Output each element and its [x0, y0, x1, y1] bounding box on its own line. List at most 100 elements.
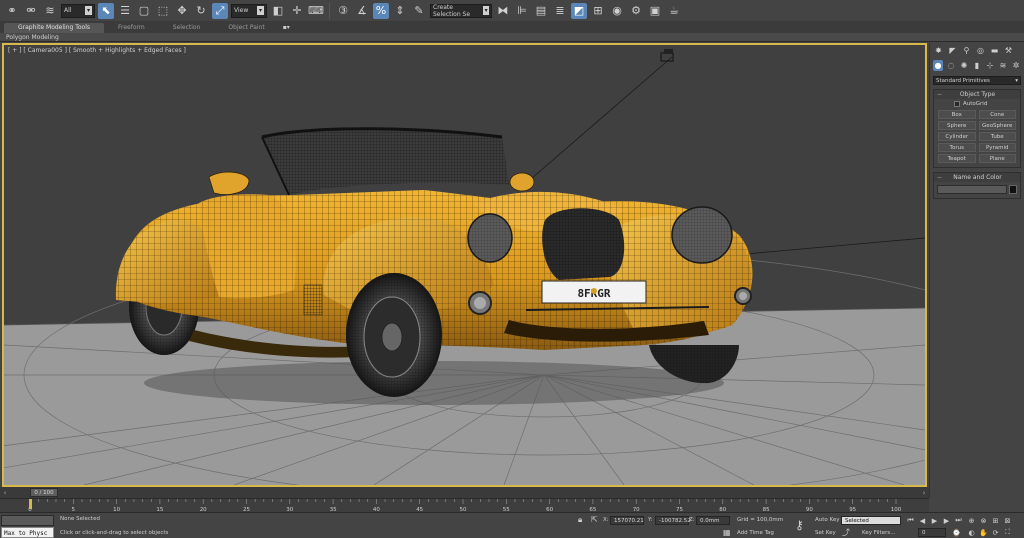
tab-graphite-modeling-tools[interactable]: Graphite Modeling Tools: [4, 22, 105, 33]
ribbon-options-icon[interactable]: ▪▾: [279, 23, 294, 33]
edit-named-selection-icon[interactable]: ✎: [411, 3, 427, 19]
go-to-end-icon[interactable]: ⏭: [954, 516, 963, 525]
key-filters-button[interactable]: Key Filters...: [862, 530, 895, 536]
utilities-tab-icon[interactable]: ⚒: [1003, 45, 1014, 56]
align-icon[interactable]: ⊫: [514, 3, 530, 19]
select-object-icon[interactable]: ⬉: [98, 2, 114, 19]
plane-button[interactable]: Plane: [978, 154, 1016, 163]
next-frame-icon[interactable]: ▶: [942, 516, 951, 525]
select-manipulate-icon[interactable]: ✛: [289, 3, 305, 19]
go-to-start-icon[interactable]: ⏮: [906, 516, 915, 525]
space-warps-icon[interactable]: ≋: [998, 60, 1008, 71]
absolute-mode-icon[interactable]: ⇱: [591, 515, 598, 524]
maxscript-mini-listener-output[interactable]: [1, 515, 54, 526]
play-icon[interactable]: ▶: [930, 516, 939, 525]
zoom-extents-all-icon[interactable]: ⊠: [1003, 516, 1012, 525]
maximize-viewport-icon[interactable]: ⛶: [1003, 528, 1012, 537]
zoom-extents-icon[interactable]: ⊞: [991, 516, 1000, 525]
set-key-icon[interactable]: ⚷: [795, 518, 804, 532]
hierarchy-tab-icon[interactable]: ⚲: [961, 45, 972, 56]
helpers-icon[interactable]: ⊹: [985, 60, 995, 71]
named-selection-sets-dropdown[interactable]: Create Selection Se ▾: [430, 3, 492, 18]
mirror-icon[interactable]: ⧓: [495, 3, 511, 19]
select-by-name-icon[interactable]: ☰: [117, 3, 133, 19]
name-and-color-header[interactable]: − Name and Color: [934, 173, 1020, 182]
curve-editor-icon[interactable]: ◩: [571, 2, 587, 19]
render-production-icon[interactable]: ☕: [666, 3, 682, 19]
create-tab-icon[interactable]: ✸: [933, 45, 944, 56]
selection-lock-icon[interactable]: 🔒︎: [578, 515, 582, 525]
select-rotate-icon[interactable]: ↻: [193, 3, 209, 19]
current-frame-field[interactable]: 0: [918, 528, 946, 537]
track-bar[interactable]: 0 5 10 15 20 25 30 35 40 45 50 55 60 65 70 75 80 85 90 95 10…: [0, 498, 929, 513]
previous-frame-icon[interactable]: ◀: [918, 516, 927, 525]
zoom-all-icon[interactable]: ⊗: [979, 516, 988, 525]
autogrid-checkbox[interactable]: [954, 101, 960, 107]
object-type-header[interactable]: − Object Type: [934, 90, 1020, 99]
tab-freeform[interactable]: Freeform: [104, 23, 159, 33]
time-slider-prev-icon[interactable]: ‹: [0, 489, 10, 497]
geosphere-button[interactable]: GeoSphere: [978, 121, 1016, 130]
render-setup-icon[interactable]: ⚙: [628, 3, 644, 19]
motion-tab-icon[interactable]: ◎: [975, 45, 986, 56]
set-key-button[interactable]: Set Key: [815, 530, 836, 536]
reference-coordinate-dropdown[interactable]: View ▾: [231, 3, 267, 18]
object-name-field[interactable]: [937, 185, 1007, 194]
box-button[interactable]: Box: [938, 110, 976, 119]
snaps-toggle-icon[interactable]: ③: [335, 3, 351, 19]
time-configuration-icon[interactable]: ⌚: [952, 528, 961, 537]
camera-viewport[interactable]: [ + ] [ Camera005 ] [ Smooth + Highlight…: [2, 43, 927, 487]
select-move-icon[interactable]: ✥: [174, 3, 190, 19]
x-coord-field[interactable]: 157070.21: [610, 516, 644, 525]
material-editor-icon[interactable]: ◉: [609, 3, 625, 19]
auto-key-button[interactable]: Auto Key: [815, 517, 840, 523]
angle-snap-icon[interactable]: ∡: [354, 3, 370, 19]
geometry-icon[interactable]: ●: [933, 60, 943, 71]
unlink-icon[interactable]: ⚮: [23, 3, 39, 19]
schematic-view-icon[interactable]: ⊞: [590, 3, 606, 19]
layer-manager-icon[interactable]: ▤: [533, 3, 549, 19]
ribbon-panel-label[interactable]: Polygon Modeling: [6, 34, 59, 41]
bind-space-warp-icon[interactable]: ≋: [42, 3, 58, 19]
keyboard-shortcut-override-icon[interactable]: ⌨: [308, 3, 324, 19]
pivot-center-icon[interactable]: ◧: [270, 3, 286, 19]
field-of-view-icon[interactable]: ◐: [967, 528, 976, 537]
select-scale-icon[interactable]: ⤢: [212, 2, 228, 19]
tab-object-paint[interactable]: Object Paint: [214, 23, 278, 33]
shapes-icon[interactable]: ◌: [946, 60, 956, 71]
object-color-swatch[interactable]: [1009, 185, 1017, 194]
modify-tab-icon[interactable]: ◤: [947, 45, 958, 56]
window-crossing-icon[interactable]: ⬚: [155, 3, 171, 19]
percent-snap-icon[interactable]: %: [373, 2, 389, 19]
time-slider-track[interactable]: 0 / 100: [10, 488, 919, 497]
rectangular-selection-icon[interactable]: ▢: [136, 3, 152, 19]
link-icon[interactable]: ⚭: [4, 3, 20, 19]
display-tab-icon[interactable]: ▬: [989, 45, 1000, 56]
teapot-button[interactable]: Teapot: [938, 154, 976, 163]
tab-selection[interactable]: Selection: [159, 23, 215, 33]
cone-button[interactable]: Cone: [978, 110, 1016, 119]
cameras-icon[interactable]: ▮: [972, 60, 982, 71]
z-coord-field[interactable]: 0.0mm: [696, 516, 730, 525]
primitive-category-dropdown[interactable]: Standard Primitives ▾: [933, 76, 1021, 85]
key-mode-dropdown[interactable]: Selected: [841, 516, 901, 525]
pyramid-button[interactable]: Pyramid: [978, 143, 1016, 152]
y-coord-field[interactable]: -100782.52: [655, 516, 691, 525]
maxscript-mini-listener-input[interactable]: Max to Physc: [1, 527, 54, 538]
autogrid-option[interactable]: AutoGrid: [934, 99, 1020, 109]
time-slider-thumb[interactable]: 0 / 100: [30, 488, 58, 497]
orbit-icon[interactable]: ⟳: [991, 528, 1000, 537]
torus-button[interactable]: Torus: [938, 143, 976, 152]
graphite-toggle-icon[interactable]: ≣: [552, 3, 568, 19]
current-frame-marker[interactable]: [29, 499, 32, 509]
selection-filter-dropdown[interactable]: All ▾: [61, 3, 95, 18]
zoom-icon[interactable]: ⊕: [967, 516, 976, 525]
systems-icon[interactable]: ✲: [1011, 60, 1021, 71]
sphere-button[interactable]: Sphere: [938, 121, 976, 130]
tube-button[interactable]: Tube: [978, 132, 1016, 141]
cylinder-button[interactable]: Cylinder: [938, 132, 976, 141]
pan-icon[interactable]: ✋: [979, 528, 988, 537]
spinner-snap-icon[interactable]: ⇕: [392, 3, 408, 19]
viewport-label[interactable]: [ + ] [ Camera005 ] [ Smooth + Highlight…: [8, 47, 186, 54]
time-slider-next-icon[interactable]: ›: [919, 489, 929, 497]
